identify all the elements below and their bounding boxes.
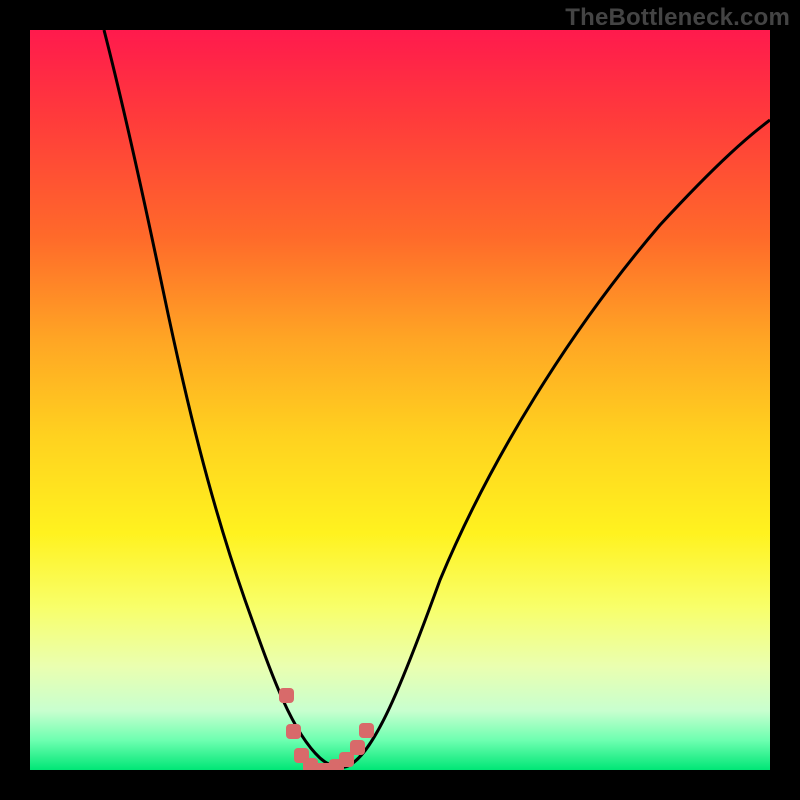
plot-area — [30, 30, 770, 770]
chart-svg — [30, 30, 770, 770]
bottleneck-curve — [104, 30, 770, 767]
watermark-label: TheBottleneck.com — [565, 4, 790, 32]
chart-stage: TheBottleneck.com — [0, 0, 800, 800]
